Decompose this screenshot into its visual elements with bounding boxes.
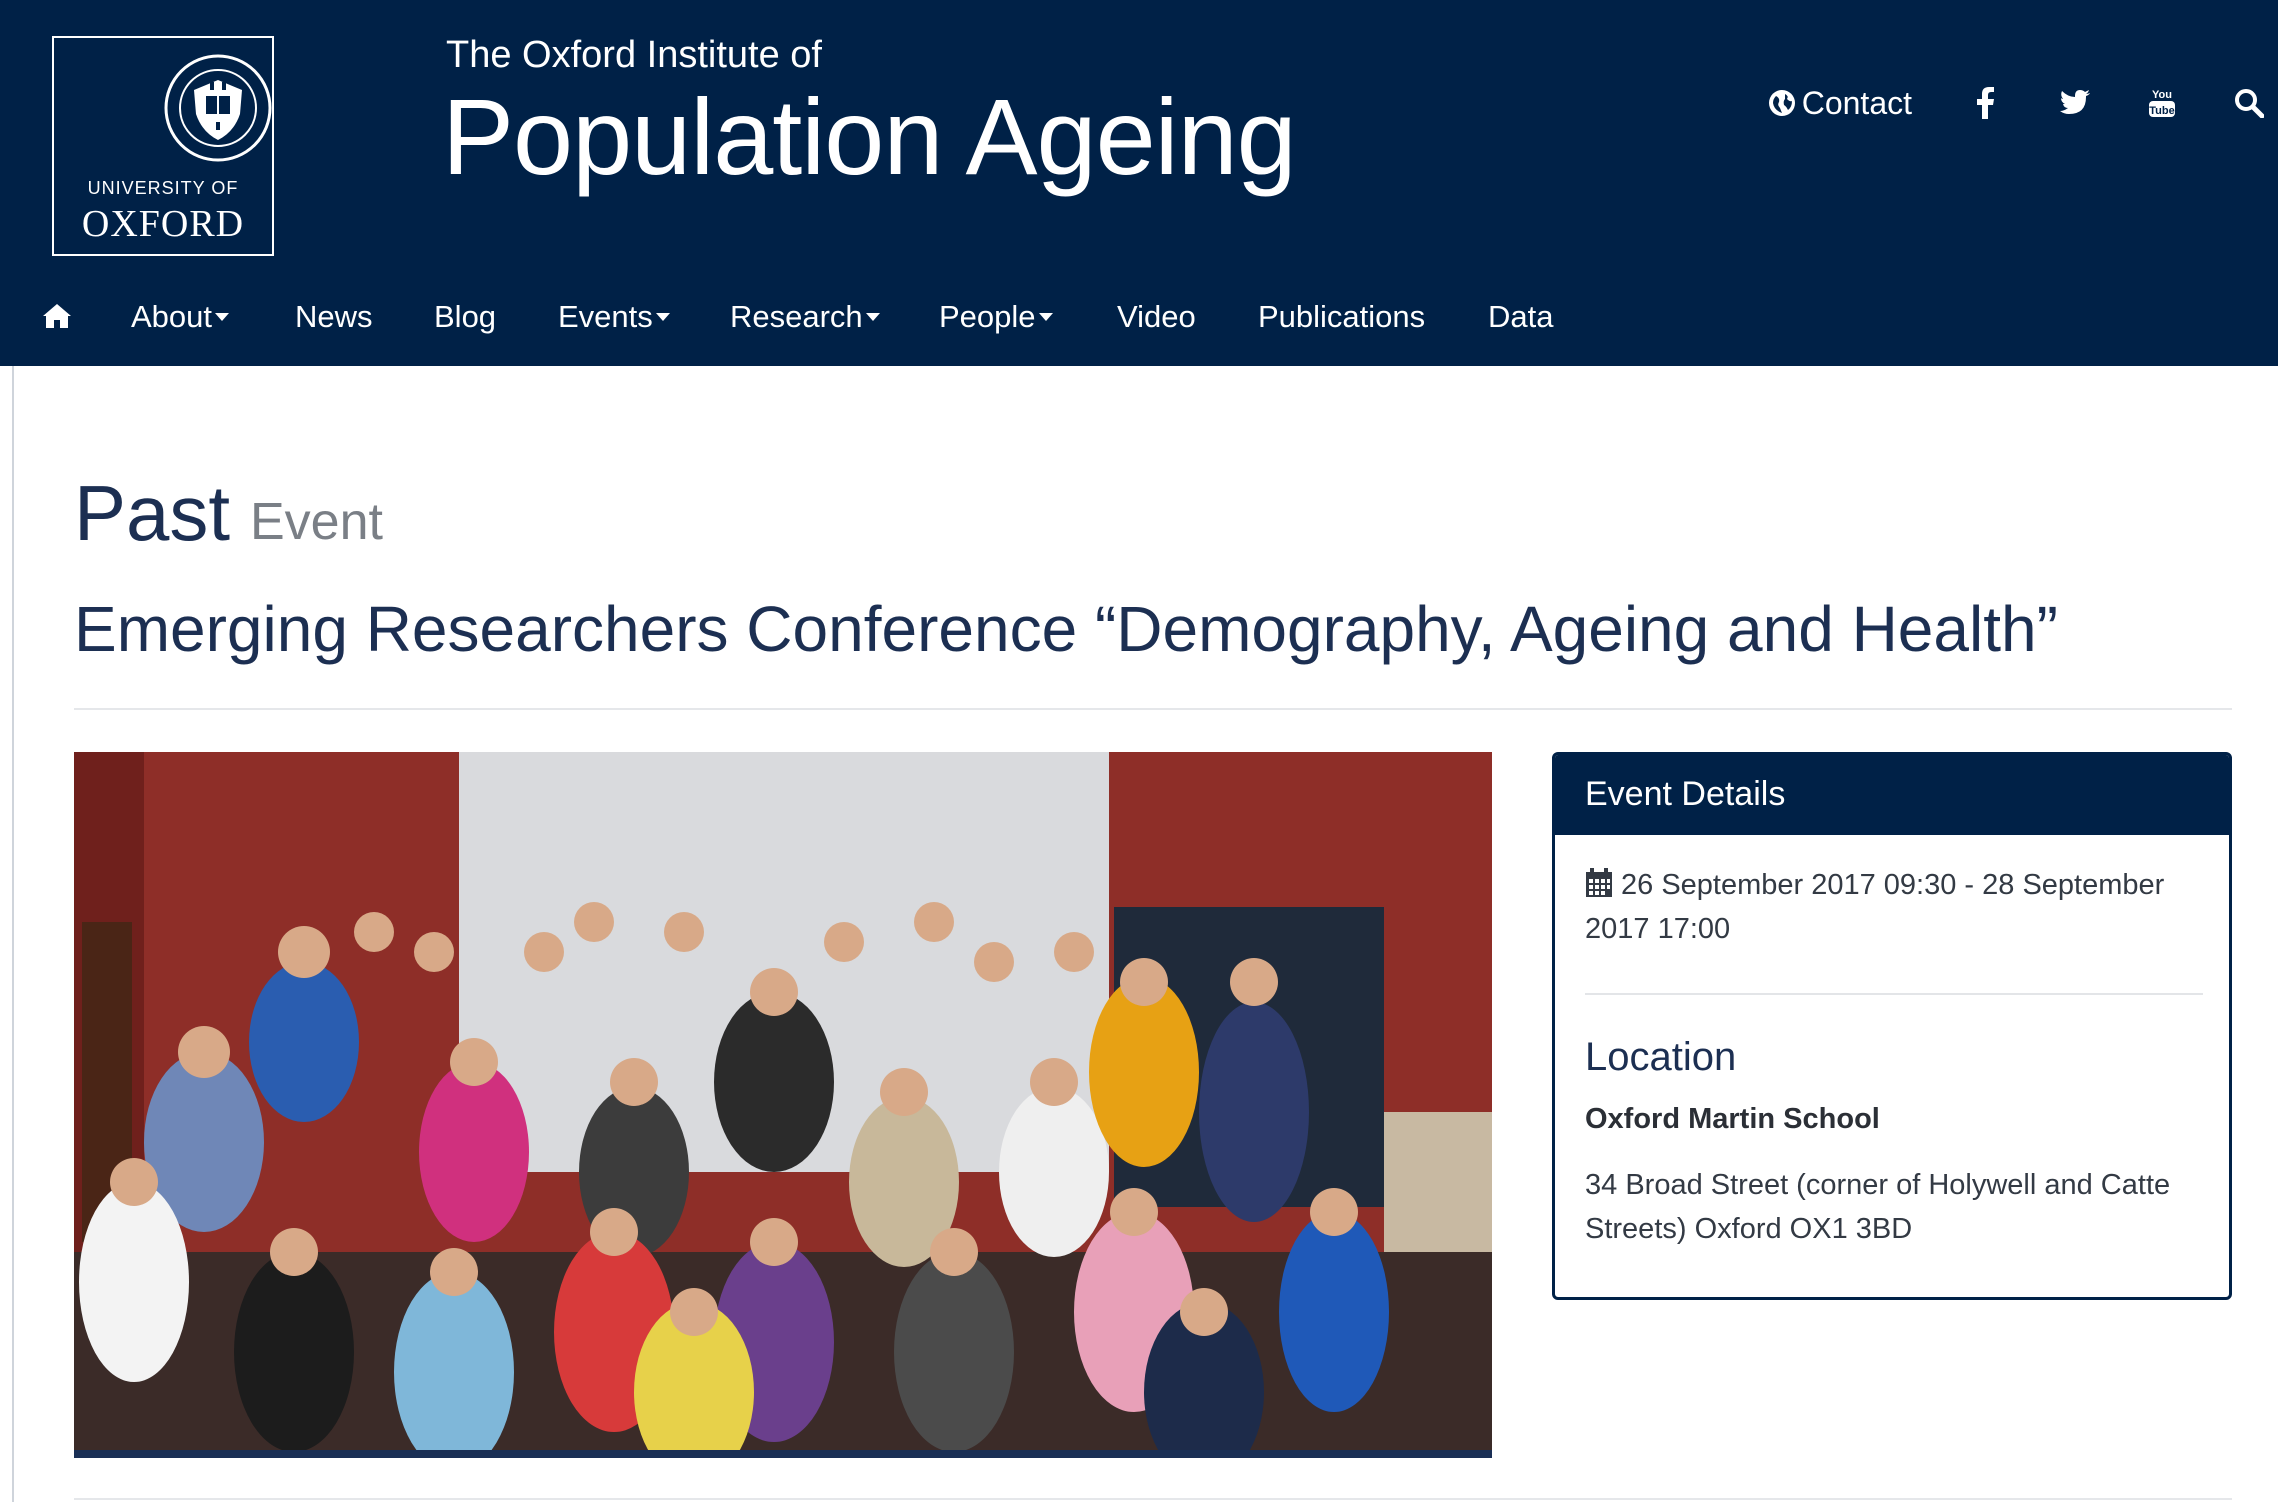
nav-research[interactable]: Research — [730, 282, 880, 352]
site-title[interactable]: Population Ageing — [442, 74, 1297, 199]
youtube-icon: You Tube — [2149, 89, 2175, 117]
contact-label: Contact — [1801, 85, 1912, 121]
facebook-icon — [1977, 87, 1994, 119]
search-button[interactable] — [2234, 78, 2264, 128]
panel-header: Event Details — [1555, 755, 2229, 835]
main-nav: About News Blog Events Research People V… — [0, 282, 2278, 352]
youtube-link[interactable]: You Tube — [2148, 78, 2176, 128]
page-heading: Past — [74, 469, 231, 557]
logo-university-of: UNIVERSITY OF — [87, 178, 239, 198]
oxford-crest-icon — [164, 54, 272, 162]
facebook-link[interactable] — [1976, 78, 1994, 128]
nav-blog[interactable]: Blog — [434, 282, 496, 352]
location-heading: Location — [1585, 1035, 1737, 1079]
nav-people[interactable]: People — [939, 282, 1053, 352]
divider — [1585, 993, 2203, 995]
event-details-panel: Event Details 26 September 2017 09:30 - … — [1552, 752, 2232, 1300]
nav-events[interactable]: Events — [558, 282, 670, 352]
chevron-down-icon — [215, 312, 230, 321]
nav-about[interactable]: About — [131, 282, 230, 352]
nav-data-label: Data — [1488, 299, 1554, 334]
site-header: UNIVERSITY OF OXFORD The Oxford Institut… — [0, 0, 2278, 366]
nav-home[interactable] — [42, 282, 72, 352]
event-title: Emerging Researchers Conference “Demogra… — [74, 593, 2058, 665]
nav-data[interactable]: Data — [1488, 282, 1553, 352]
group-photo-image — [74, 752, 1492, 1458]
home-icon — [43, 303, 71, 328]
nav-news-label: News — [295, 299, 373, 334]
search-icon — [2235, 89, 2264, 118]
logo-oxford: OXFORD — [81, 203, 245, 245]
left-divider — [12, 366, 14, 1502]
photo-border — [74, 1450, 1492, 1458]
site-subtitle: The Oxford Institute of — [446, 34, 822, 76]
divider — [74, 708, 2232, 710]
chevron-down-icon — [655, 312, 670, 321]
svg-text:Tube: Tube — [2149, 105, 2174, 117]
nav-events-label: Events — [558, 299, 653, 334]
nav-people-label: People — [939, 299, 1036, 334]
nav-about-label: About — [131, 299, 213, 334]
location-name: Oxford Martin School — [1585, 1103, 1880, 1135]
page-heading-sub: Event — [250, 493, 383, 551]
svg-text:You: You — [2152, 89, 2172, 101]
chevron-down-icon — [865, 312, 880, 321]
nav-news[interactable]: News — [295, 282, 373, 352]
nav-publications[interactable]: Publications — [1258, 282, 1425, 352]
nav-research-label: Research — [730, 299, 863, 334]
panel-title: Event Details — [1585, 775, 1786, 813]
twitter-icon — [2060, 90, 2090, 114]
event-dates: 26 September 2017 09:30 - 28 September 2… — [1585, 869, 2165, 945]
nav-video-label: Video — [1117, 299, 1196, 334]
event-group-photo — [74, 752, 1492, 1458]
contact-link[interactable]: Contact — [1768, 78, 1912, 128]
nav-blog-label: Blog — [434, 299, 497, 334]
globe-icon — [1768, 90, 1795, 116]
nav-video[interactable]: Video — [1117, 282, 1196, 352]
twitter-link[interactable] — [2060, 78, 2090, 128]
chevron-down-icon — [1038, 312, 1053, 321]
university-logo[interactable]: UNIVERSITY OF OXFORD — [52, 36, 274, 256]
nav-publications-label: Publications — [1258, 299, 1426, 334]
divider — [74, 1498, 2232, 1500]
location-address: 34 Broad Street (corner of Holywell and … — [1585, 1169, 2171, 1245]
